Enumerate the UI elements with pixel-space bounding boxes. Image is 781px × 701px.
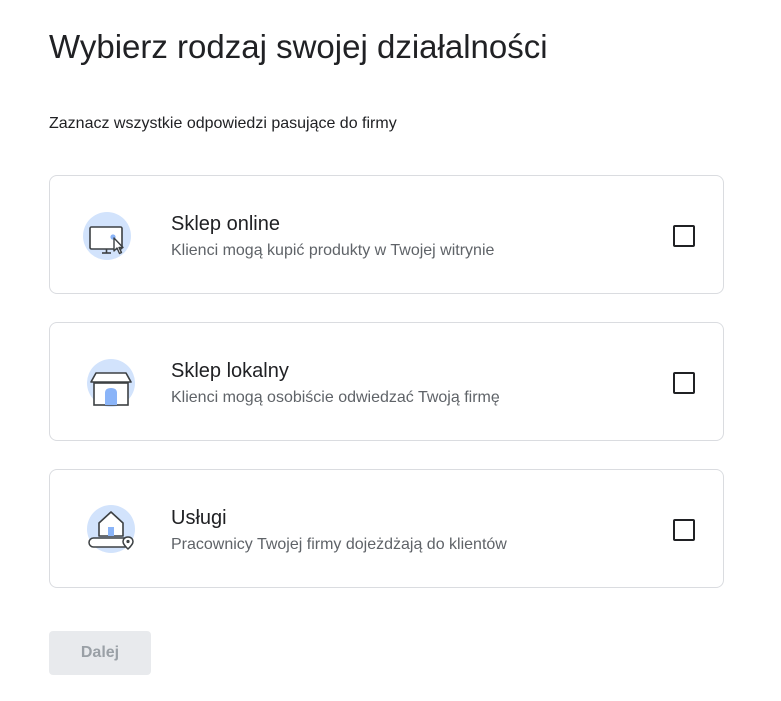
next-button[interactable]: Dalej <box>49 631 151 675</box>
option-title: Sklep online <box>171 213 280 235</box>
option-card-online-store[interactable]: Sklep online Klienci mogą kupić produkty… <box>49 175 724 294</box>
online-store-icon <box>83 212 131 260</box>
local-store-icon <box>87 359 135 407</box>
online-store-checkbox[interactable] <box>673 225 695 247</box>
option-title: Usługi <box>171 507 227 529</box>
services-checkbox[interactable] <box>673 519 695 541</box>
option-description: Pracownicy Twojej firmy dojeżdżają do kl… <box>171 536 507 553</box>
option-card-services[interactable]: Usługi Pracownicy Twojej firmy dojeżdżaj… <box>49 469 724 588</box>
option-card-local-store[interactable]: Sklep lokalny Klienci mogą osobiście odw… <box>49 322 724 441</box>
local-store-checkbox[interactable] <box>673 372 695 394</box>
option-description: Klienci mogą osobiście odwiedzać Twoją f… <box>171 389 500 406</box>
option-description: Klienci mogą kupić produkty w Twojej wit… <box>171 242 495 259</box>
page-title: Wybierz rodzaj swojej działalności <box>49 28 548 65</box>
service-area-icon <box>87 505 135 553</box>
option-title: Sklep lokalny <box>171 360 289 382</box>
page-subtitle: Zaznacz wszystkie odpowiedzi pasujące do… <box>49 115 397 132</box>
